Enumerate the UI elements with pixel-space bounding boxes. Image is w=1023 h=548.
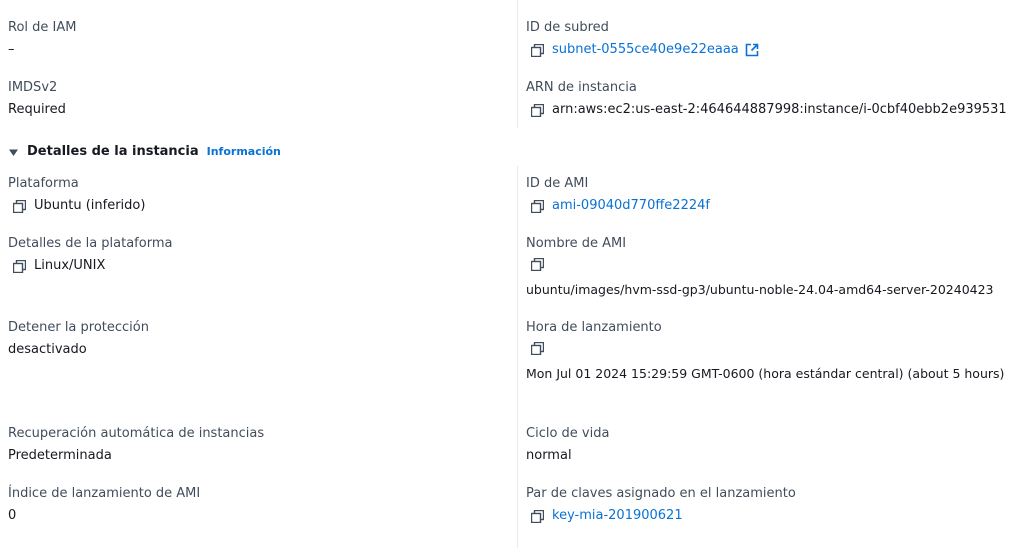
iam-role-value: –: [8, 42, 15, 57]
ami-launch-index-label: Índice de lanzamiento de AMI: [8, 486, 201, 501]
lifecycle-value: normal: [526, 448, 572, 463]
stop-protection-label: Detener la protección: [8, 320, 149, 335]
ami-name-value: ubuntu/images/hvm-ssd-gp3/ubuntu-noble-2…: [526, 282, 994, 297]
copy-icon[interactable]: [531, 258, 544, 271]
platform-row: Ubuntu (inferido): [13, 198, 145, 214]
imdsv2-label: IMDSv2: [8, 80, 58, 95]
external-link-icon[interactable]: [745, 43, 759, 57]
ami-launch-index-value: 0: [8, 508, 17, 523]
ami-name-copy-row: [531, 258, 552, 271]
ami-id-row: ami-09040d770ffe2224f: [531, 198, 710, 214]
copy-icon[interactable]: [13, 199, 26, 213]
caret-down-icon[interactable]: [8, 147, 19, 158]
platform-details-row: Linux/UNIX: [13, 258, 105, 274]
subnet-id-label: ID de subred: [526, 20, 609, 35]
copy-icon[interactable]: [531, 103, 544, 117]
lifecycle-label: Ciclo de vida: [526, 426, 610, 441]
key-pair-row: key-mia-201900621: [531, 508, 683, 524]
imdsv2-value: Required: [8, 102, 66, 117]
subnet-id-link[interactable]: subnet-0555ce40e9e22eaaa: [552, 42, 739, 58]
platform-details-value: Linux/UNIX: [34, 258, 106, 273]
launch-time-value: Mon Jul 01 2024 15:29:59 GMT-0600 (hora …: [526, 366, 1005, 381]
copy-icon[interactable]: [531, 43, 544, 57]
ami-id-label: ID de AMI: [526, 176, 589, 191]
instance-details-page: Rol de IAM – IMDSv2 Required ID de subre…: [0, 0, 1023, 548]
column-divider-bottom: [517, 166, 518, 548]
copy-icon[interactable]: [531, 199, 544, 213]
launch-time-label: Hora de lanzamiento: [526, 320, 662, 335]
auto-recovery-value: Predeterminada: [8, 448, 112, 463]
instance-arn-value: arn:aws:ec2:us-east-2:464644887998:insta…: [552, 102, 1007, 117]
iam-role-label: Rol de IAM: [8, 20, 77, 35]
ami-id-link[interactable]: ami-09040d770ffe2224f: [552, 198, 710, 214]
instance-arn-row: arn:aws:ec2:us-east-2:464644887998:insta…: [531, 102, 1007, 118]
auto-recovery-label: Recuperación automática de instancias: [8, 426, 265, 441]
section-title[interactable]: Detalles de la instancia: [27, 144, 199, 160]
ami-name-label: Nombre de AMI: [526, 236, 627, 251]
instance-arn-label: ARN de instancia: [526, 80, 637, 95]
info-link[interactable]: Información: [207, 144, 281, 160]
key-pair-link[interactable]: key-mia-201900621: [552, 508, 683, 524]
platform-label: Plataforma: [8, 176, 79, 191]
stop-protection-value: desactivado: [8, 342, 87, 357]
instance-details-header[interactable]: Detalles de la instancia Información: [8, 144, 281, 160]
copy-icon[interactable]: [531, 509, 544, 523]
platform-value: Ubuntu (inferido): [34, 198, 146, 213]
subnet-id-row: subnet-0555ce40e9e22eaaa: [531, 42, 759, 58]
copy-icon[interactable]: [13, 259, 26, 273]
platform-details-label: Detalles de la plataforma: [8, 236, 173, 251]
key-pair-label: Par de claves asignado en el lanzamiento: [526, 486, 796, 501]
column-divider-top: [517, 0, 518, 128]
launch-time-copy-row: [531, 342, 552, 355]
copy-icon[interactable]: [531, 342, 544, 355]
